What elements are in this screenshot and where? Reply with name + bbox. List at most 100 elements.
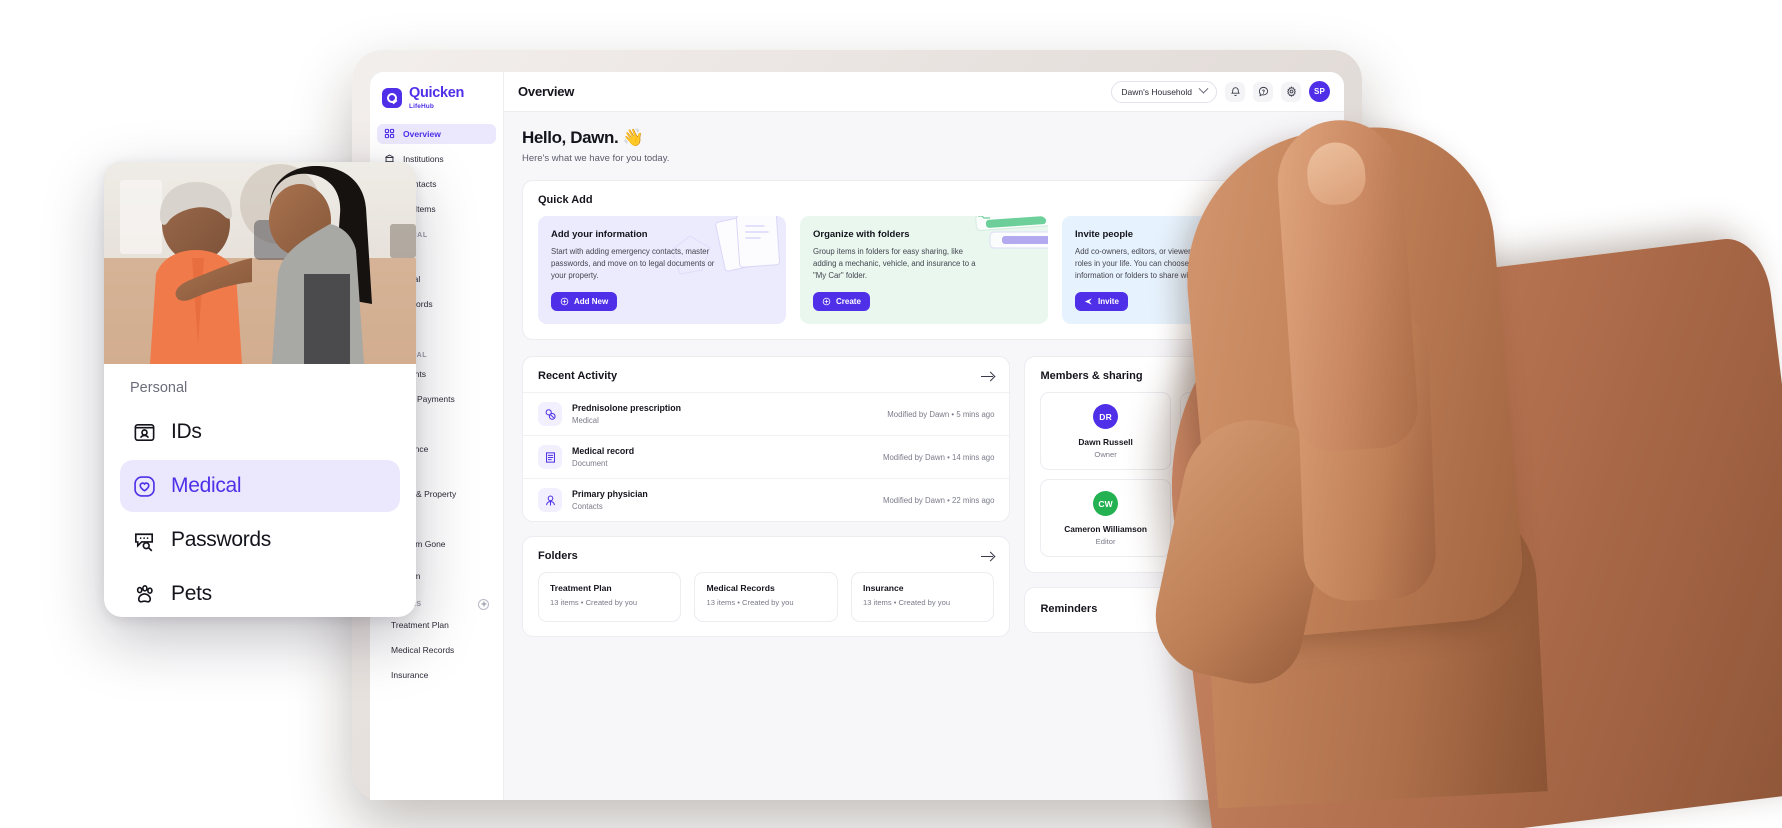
- member-name: Frank Brown: [1219, 524, 1271, 535]
- list-item[interactable]: Insurance 13 items • Created by you: [850, 572, 995, 623]
- household-selector[interactable]: Dawn's Household: [1111, 80, 1217, 103]
- brand-sub: LifeHub: [409, 102, 434, 110]
- quick-add-title: Quick Add: [538, 194, 593, 206]
- household-label: Dawn's Household: [1121, 86, 1192, 97]
- reminders-header: Reminders Coming Soon: [1025, 588, 1325, 632]
- quick-add-card-title: Add your information: [551, 229, 648, 240]
- bell-icon[interactable]: [1225, 81, 1245, 102]
- list-item[interactable]: CW Cameron Williamson Editor: [1040, 479, 1171, 558]
- gear-icon[interactable]: [1281, 81, 1301, 102]
- brand-logo[interactable]: Quicken LifeHub: [370, 86, 503, 124]
- quick-add-card-desc: Add co-owners, editors, or viewers for d…: [1075, 247, 1237, 281]
- plus-circle-icon: [560, 297, 569, 306]
- send-icon: [1084, 298, 1092, 305]
- activity-meta: Modified by Dawn • 14 mins ago: [882, 452, 995, 462]
- quick-add-button-label: Add New: [574, 297, 609, 307]
- activity-name: Primary physician: [572, 489, 648, 500]
- sidebar-folder-treatment-plan[interactable]: Treatment Plan: [377, 615, 496, 635]
- member-role: Viewer: [1233, 537, 1257, 547]
- folder-meta: 13 items • Created by you: [862, 598, 951, 608]
- brand-name: Quicken: [409, 85, 465, 101]
- quick-add-card: Quick Add Add your information Start wit…: [522, 180, 1326, 341]
- greeting-title: Hello, Dawn. 👋: [522, 128, 644, 147]
- sidebar-item-label: Medical Records: [391, 644, 455, 655]
- sidebar-folder-insurance[interactable]: Insurance: [377, 665, 496, 685]
- folder-name: Treatment Plan: [550, 583, 612, 594]
- overlay-item-passwords[interactable]: Passwords: [120, 514, 400, 566]
- arrow-right-icon[interactable]: [981, 371, 994, 382]
- help-icon[interactable]: [1253, 81, 1273, 102]
- right-column: Members & sharing DR Dawn Russell Owner: [1024, 356, 1326, 634]
- doctor-icon: [538, 488, 562, 513]
- sidebar-folder-medical-records[interactable]: Medical Records: [377, 640, 496, 660]
- avatar: FB: [1232, 491, 1258, 517]
- arrow-right-icon[interactable]: [981, 551, 994, 562]
- overlay-group-label: Personal: [130, 380, 188, 396]
- folder-meta: 13 items • Created by you: [706, 598, 794, 608]
- overlay-item-label: Medical: [171, 474, 242, 497]
- quick-add-card-add-info[interactable]: Add your information Start with adding e…: [538, 216, 786, 325]
- grid-icon: [384, 128, 395, 139]
- reminders-title: Reminders: [1040, 602, 1098, 615]
- members-header: Members & sharing: [1025, 357, 1325, 392]
- members-grid: DR Dawn Russell Owner JW Jenny Wilson Co…: [1025, 392, 1325, 572]
- overlay-item-pets[interactable]: Pets: [120, 568, 400, 617]
- avatar: JW: [1232, 404, 1258, 430]
- main-area: Overview Dawn's Household SP Hello, Dawn…: [504, 72, 1344, 800]
- page-title: Overview: [518, 84, 575, 99]
- member-name: Cameron Williamson: [1064, 524, 1147, 535]
- left-column: Recent Activity Prednisolone prescriptio…: [522, 356, 1011, 638]
- password-key-icon: [132, 528, 157, 553]
- family-photo: [104, 162, 416, 364]
- quick-add-card-folders[interactable]: Organize with folders Group items in fol…: [800, 216, 1048, 325]
- list-item[interactable]: Medical Records 13 items • Created by yo…: [694, 572, 838, 623]
- add-new-button[interactable]: Add New: [551, 292, 618, 312]
- member-role: Co-Owner: [1227, 450, 1263, 460]
- quick-add-card-invite[interactable]: Invite people Add co-owners, editors, or…: [1062, 216, 1310, 325]
- sidebar-item-label: Insurance: [391, 669, 429, 680]
- recent-activity-title: Recent Activity: [538, 370, 618, 383]
- overlay-item-medical[interactable]: Medical: [120, 460, 400, 512]
- quicken-logo-icon: [382, 87, 402, 108]
- folders-header: Folders: [523, 537, 1009, 572]
- table-row[interactable]: Medical record Document Modified by Dawn…: [523, 435, 1010, 478]
- arrow-right-icon[interactable]: [1297, 371, 1310, 382]
- list-item[interactable]: FB Frank Brown Viewer: [1179, 479, 1310, 558]
- paw-icon: [132, 582, 157, 607]
- create-button[interactable]: Create: [813, 292, 870, 312]
- page-content: Hello, Dawn. 👋 Here's what we have for y…: [504, 112, 1344, 800]
- table-row[interactable]: Primary physician Contacts Modified by D…: [523, 478, 1010, 521]
- activity-meta: Modified by Dawn • 5 mins ago: [887, 409, 995, 419]
- list-item[interactable]: Treatment Plan 13 items • Created by you: [538, 572, 682, 623]
- sidebar-item-label: Overview: [403, 128, 441, 139]
- chevron-up-icon[interactable]: [1300, 195, 1312, 208]
- table-row[interactable]: Prednisolone prescription Medical Modifi…: [523, 392, 1010, 435]
- add-folder-button[interactable]: [478, 598, 489, 610]
- chevron-down-icon: [1198, 83, 1209, 94]
- list-item[interactable]: DR Dawn Russell Owner: [1040, 392, 1171, 471]
- activity-meta: Modified by Dawn • 22 mins ago: [882, 495, 995, 505]
- overlay-item-label: Pets: [171, 582, 212, 605]
- quick-add-card-title: Organize with folders: [813, 229, 910, 240]
- avatar[interactable]: SP: [1309, 81, 1330, 102]
- folder-meta: 13 items • Created by you: [550, 598, 638, 608]
- member-role: Editor: [1095, 537, 1116, 547]
- document-icon: [538, 445, 562, 470]
- greeting-subtitle: Here's what we have for you today.: [522, 153, 670, 164]
- list-item[interactable]: JW Jenny Wilson Co-Owner: [1179, 392, 1310, 471]
- tablet-device: Quicken LifeHub Overview Institutions Co…: [352, 50, 1362, 800]
- sidebar-item-overview[interactable]: Overview: [377, 123, 496, 144]
- folders-title: Folders: [538, 550, 578, 563]
- sidebar-item-label: Treatment Plan: [391, 619, 449, 630]
- members-card: Members & sharing DR Dawn Russell Owner: [1024, 356, 1326, 574]
- members-title: Members & sharing: [1040, 370, 1143, 383]
- id-card-icon: [132, 420, 157, 445]
- overlay-item-ids[interactable]: IDs: [120, 406, 400, 458]
- activity-category: Contacts: [572, 502, 603, 512]
- member-name: Jenny Wilson: [1217, 437, 1272, 448]
- invite-button[interactable]: Invite: [1075, 292, 1128, 312]
- avatar: DR: [1093, 404, 1119, 430]
- quick-add-button-label: Create: [836, 297, 861, 307]
- reminders-card: Reminders Coming Soon: [1024, 587, 1326, 634]
- activity-name: Medical record: [572, 446, 635, 457]
